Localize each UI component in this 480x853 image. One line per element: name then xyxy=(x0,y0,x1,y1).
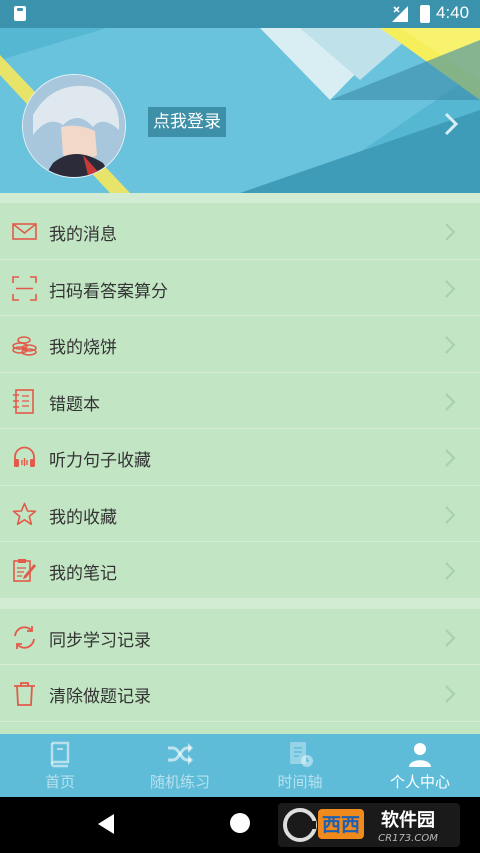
tab-label: 时间轴 xyxy=(277,773,323,791)
status-bar: 4:40 xyxy=(0,0,480,28)
tab-label: 首页 xyxy=(44,773,75,791)
svg-text:西西: 西西 xyxy=(322,814,360,836)
home-button[interactable] xyxy=(230,813,250,833)
tab-random-practice[interactable]: 随机练习 xyxy=(120,734,240,797)
tab-home[interactable]: 首页 xyxy=(0,734,120,797)
menu-item-messages[interactable]: 我的消息 xyxy=(0,203,480,260)
shuffle-icon xyxy=(168,743,193,765)
trash-icon xyxy=(14,682,35,706)
bottom-nav: 首页 随机练习 时间轴 个人中心 xyxy=(0,734,480,797)
person-icon xyxy=(409,743,431,767)
timeline-icon xyxy=(290,742,313,767)
signal-icon xyxy=(392,6,408,22)
chevron-right-icon xyxy=(445,505,456,524)
back-icon[interactable] xyxy=(96,813,116,835)
envelope-icon xyxy=(12,223,37,240)
svg-text:软件园: 软件园 xyxy=(381,809,435,831)
menu-item-label: 同步学习记录 xyxy=(49,630,151,651)
menu-item-label: 我的收藏 xyxy=(49,507,117,528)
menu-item-coins[interactable]: 我的烧饼 xyxy=(0,316,480,373)
menu-item-notes[interactable]: 我的笔记 xyxy=(0,542,480,599)
scan-icon xyxy=(12,275,37,301)
menu-item-mistakes[interactable]: 错题本 xyxy=(0,373,480,429)
menu-item-label: 错题本 xyxy=(49,394,100,415)
menu-item-scan[interactable]: 扫码看答案算分 xyxy=(0,260,480,316)
chevron-right-icon xyxy=(445,685,456,703)
tab-label: 个人中心 xyxy=(389,773,450,791)
login-button[interactable]: 点我登录 xyxy=(148,107,226,137)
chevron-right-icon xyxy=(445,449,456,467)
svg-text:CR173.COM: CR173.COM xyxy=(378,833,438,844)
battery-icon xyxy=(420,5,430,23)
chevron-right-icon xyxy=(445,279,456,298)
avatar[interactable] xyxy=(22,74,126,178)
divider xyxy=(0,598,480,609)
chevron-right-icon[interactable] xyxy=(442,112,460,136)
menu-list: 我的消息 扫码看答案算分 我的烧饼 错题本 听力句子收藏 我的收藏 我的笔记 同… xyxy=(0,193,480,734)
sync-icon xyxy=(14,625,35,649)
menu-item-label: 我的消息 xyxy=(49,225,117,245)
menu-item-sync[interactable]: 同步学习记录 xyxy=(0,609,480,665)
menu-item-listening[interactable]: 听力句子收藏 xyxy=(0,429,480,486)
coins-icon xyxy=(12,336,37,356)
divider xyxy=(0,193,480,203)
note-edit-icon xyxy=(13,559,36,582)
notebook-icon xyxy=(13,388,34,414)
menu-item-label: 听力句子收藏 xyxy=(49,451,151,471)
profile-header: 点我登录 xyxy=(0,0,480,193)
status-time: 4:40 xyxy=(436,3,470,22)
menu-item-favorites[interactable]: 我的收藏 xyxy=(0,486,480,542)
chevron-right-icon xyxy=(445,562,456,580)
chevron-right-icon xyxy=(445,336,456,354)
menu-item-clear[interactable]: 清除做题记录 xyxy=(0,665,480,722)
chevron-right-icon xyxy=(445,628,456,647)
menu-item-label: 我的烧饼 xyxy=(49,338,117,358)
menu-item-label: 清除做题记录 xyxy=(49,687,151,707)
sd-card-icon xyxy=(14,6,26,21)
menu-item-label: 扫码看答案算分 xyxy=(49,281,168,302)
chevron-right-icon xyxy=(445,392,456,411)
chevron-right-icon xyxy=(445,223,456,241)
book-icon xyxy=(50,741,70,768)
tab-timeline[interactable]: 时间轴 xyxy=(240,734,360,797)
tab-personal-center[interactable]: 个人中心 xyxy=(360,734,480,797)
watermark-logo: 西西 软件园 CR173.COM xyxy=(278,803,460,847)
menu-item-label: 我的笔记 xyxy=(49,564,117,584)
star-icon xyxy=(12,502,37,525)
headphones-icon xyxy=(14,446,35,467)
tab-label: 随机练习 xyxy=(149,773,210,791)
